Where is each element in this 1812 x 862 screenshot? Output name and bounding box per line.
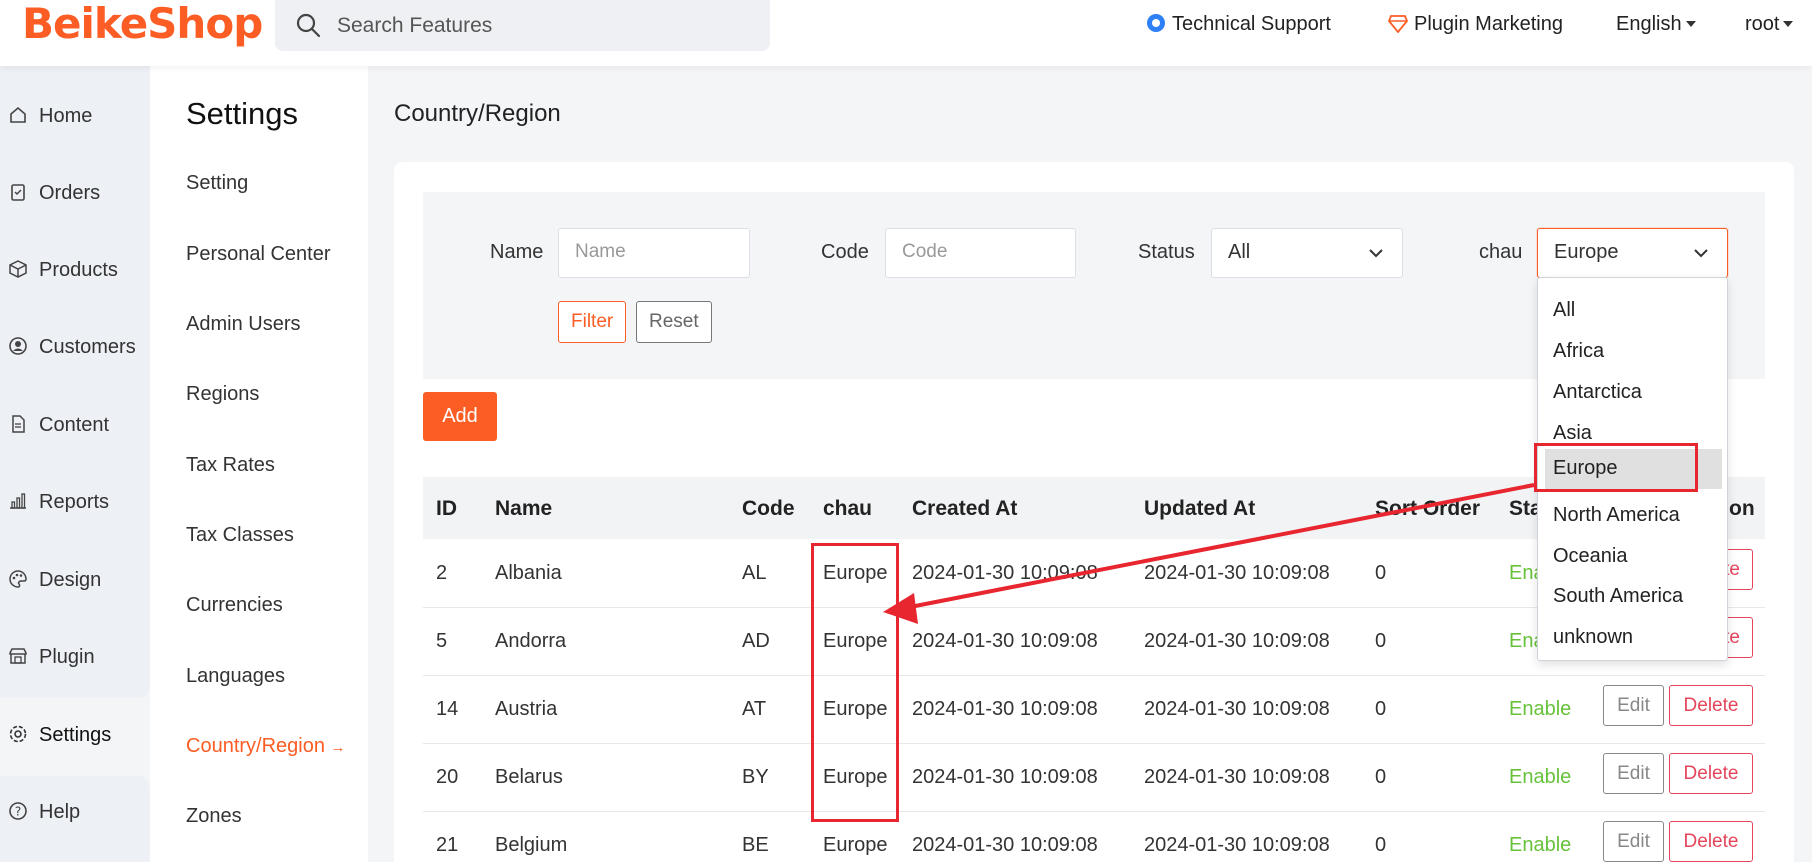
annotation-arrow bbox=[883, 483, 1535, 624]
annotation-highlight-chau-column bbox=[811, 543, 899, 822]
annotation-highlight-europe-option bbox=[1534, 443, 1698, 492]
